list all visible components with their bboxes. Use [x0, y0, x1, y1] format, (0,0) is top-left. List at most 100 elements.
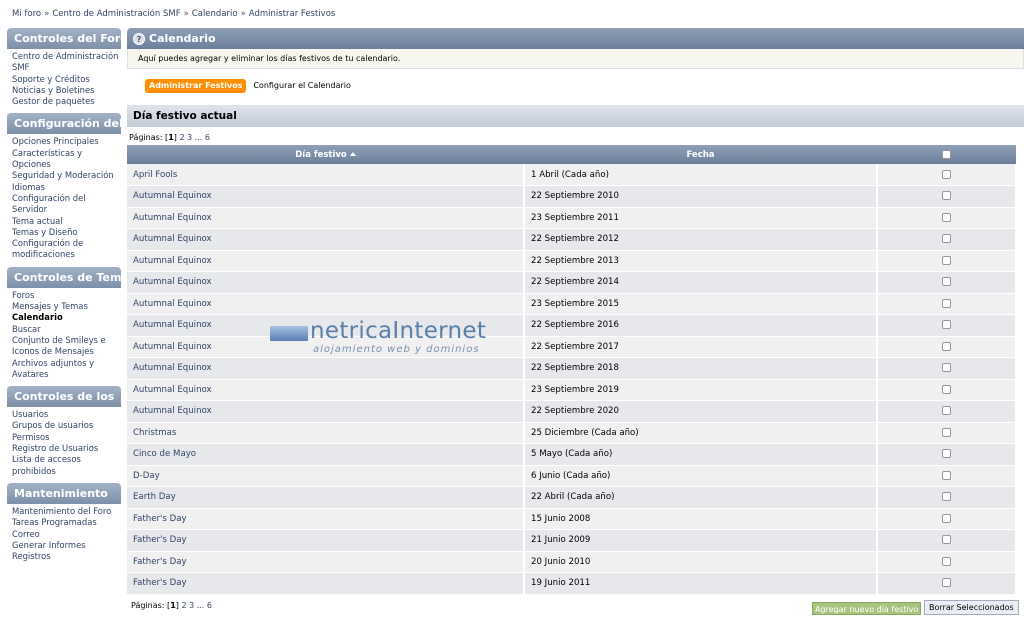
- sidebar-item[interactable]: Generar Informes: [12, 540, 121, 551]
- sidebar-item[interactable]: Mantenimiento del Foro: [12, 506, 121, 517]
- sidebar-item[interactable]: Seguridad y Moderación: [12, 170, 121, 181]
- tab-calendar-settings[interactable]: Configurar el Calendario: [253, 81, 351, 90]
- sidebar-item[interactable]: Registro de Usuarios: [12, 443, 121, 454]
- sidebar-item[interactable]: Noticias y Boletines: [12, 85, 121, 96]
- holiday-name-link[interactable]: Father's Day: [127, 508, 525, 530]
- breadcrumb-item[interactable]: Administrar Festivos: [249, 9, 336, 19]
- holiday-name-link[interactable]: Autumnal Equinox: [127, 185, 525, 208]
- sidebar-item[interactable]: Usuarios: [12, 409, 121, 420]
- table-row: Autumnal Equinox 22 Septiembre 2014: [127, 271, 1017, 294]
- sidebar-item[interactable]: Temas y Diseño: [12, 227, 121, 238]
- sidebar-item[interactable]: Soporte y Créditos: [12, 74, 121, 85]
- row-checkbox[interactable]: [942, 255, 951, 265]
- row-checkbox[interactable]: [942, 470, 951, 480]
- row-checkbox[interactable]: [942, 212, 951, 222]
- row-checkbox[interactable]: [942, 341, 951, 351]
- row-checkbox[interactable]: [942, 234, 951, 244]
- holiday-name-link[interactable]: Autumnal Equinox: [127, 207, 525, 229]
- sidebar-item[interactable]: Registros: [12, 551, 121, 562]
- select-all-checkbox[interactable]: [942, 149, 951, 159]
- sidebar-item[interactable]: Correo: [12, 529, 121, 540]
- sidebar-section: Controles del Foro Centro de Administraci…: [7, 28, 121, 107]
- sidebar-item[interactable]: Opciones Principales: [12, 136, 121, 147]
- holiday-name-link[interactable]: Autumnal Equinox: [127, 336, 525, 358]
- row-select-cell: [877, 293, 1017, 315]
- row-checkbox[interactable]: [942, 191, 951, 201]
- row-checkbox[interactable]: [942, 535, 951, 545]
- breadcrumb-item[interactable]: Centro de Administración SMF: [52, 9, 180, 19]
- row-checkbox[interactable]: [942, 298, 951, 308]
- holiday-date: 22 Septiembre 2018: [524, 357, 878, 380]
- delete-selected-button[interactable]: Borrar Seleccionados: [924, 599, 1019, 615]
- pagination-links[interactable]: 2 3 ... 6: [181, 601, 212, 610]
- pagination-links[interactable]: 2 3 ... 6: [179, 133, 210, 142]
- row-checkbox[interactable]: [942, 578, 951, 588]
- sidebar-item[interactable]: Foros: [12, 290, 121, 301]
- column-header-name[interactable]: Día festivo: [127, 145, 524, 164]
- holiday-name-link[interactable]: Father's Day: [127, 529, 525, 552]
- holiday-name-link[interactable]: Autumnal Equinox: [127, 271, 525, 294]
- holiday-name-link[interactable]: Autumnal Equinox: [127, 400, 525, 423]
- row-checkbox[interactable]: [942, 277, 951, 287]
- holiday-date: 1 Abril (Cada año): [524, 164, 878, 186]
- holiday-name-link[interactable]: D-Day: [127, 465, 525, 487]
- sidebar-item[interactable]: Conjunto de Smileys e: [12, 335, 121, 346]
- row-checkbox[interactable]: [942, 384, 951, 394]
- holiday-name-link[interactable]: Cinco de Mayo: [127, 443, 525, 466]
- table-row: April Fools 1 Abril (Cada año): [127, 164, 1017, 186]
- holiday-name-link[interactable]: Autumnal Equinox: [127, 379, 525, 401]
- add-holiday-button[interactable]: Agregar nuevo día festivo: [812, 601, 922, 615]
- sidebar-item[interactable]: Permisos: [12, 432, 121, 443]
- holiday-name-link[interactable]: Father's Day: [127, 572, 525, 595]
- sidebar-item[interactable]: Calendario: [12, 312, 121, 323]
- row-checkbox[interactable]: [942, 169, 951, 179]
- row-select-cell: [877, 422, 1017, 444]
- sidebar-item[interactable]: modificaciones: [12, 249, 121, 260]
- row-select-cell: [877, 529, 1017, 552]
- sidebar-item[interactable]: Tareas Programadas: [12, 517, 121, 528]
- row-checkbox[interactable]: [942, 513, 951, 523]
- sidebar-item[interactable]: Grupos de usuarios: [12, 420, 121, 431]
- sidebar-item[interactable]: Centro de Administración: [12, 51, 121, 62]
- holiday-name-link[interactable]: Christmas: [127, 422, 525, 444]
- tab-manage-holidays[interactable]: Administrar Festivos: [145, 79, 247, 93]
- sidebar-item[interactable]: Tema actual: [12, 216, 121, 227]
- sidebar-item[interactable]: SMF: [12, 62, 121, 73]
- column-header-select: [877, 145, 1016, 164]
- holiday-date: 22 Septiembre 2020: [524, 400, 878, 423]
- row-select-cell: [877, 486, 1017, 509]
- row-checkbox[interactable]: [942, 320, 951, 330]
- sidebar-item[interactable]: Lista de accesos prohibidos: [12, 454, 121, 477]
- row-select-cell: [877, 443, 1017, 466]
- holiday-name-link[interactable]: Earth Day: [127, 486, 525, 509]
- pagination-label: Páginas:: [129, 133, 163, 142]
- sidebar-item[interactable]: Mensajes y Temas: [12, 301, 121, 312]
- breadcrumb-item[interactable]: Mi foro: [12, 9, 41, 19]
- help-icon[interactable]: ?: [133, 33, 145, 45]
- holiday-name-link[interactable]: Father's Day: [127, 551, 525, 573]
- holiday-name-link[interactable]: April Fools: [127, 164, 525, 186]
- row-checkbox[interactable]: [942, 427, 951, 437]
- holiday-name-link[interactable]: Autumnal Equinox: [127, 293, 525, 315]
- breadcrumb-item[interactable]: Calendario: [192, 9, 238, 19]
- row-select-cell: [877, 336, 1017, 358]
- sidebar-item[interactable]: Buscar: [12, 324, 121, 335]
- row-checkbox[interactable]: [942, 449, 951, 459]
- sidebar-item[interactable]: Archivos adjuntos y Avatares: [12, 358, 121, 381]
- holiday-name-link[interactable]: Autumnal Equinox: [127, 314, 525, 337]
- sidebar-item[interactable]: Configuración del Servidor: [12, 193, 121, 216]
- row-checkbox[interactable]: [942, 406, 951, 416]
- holiday-name-link[interactable]: Autumnal Equinox: [127, 357, 525, 380]
- holiday-name-link[interactable]: Autumnal Equinox: [127, 250, 525, 272]
- table-row: D-Day 6 Junio (Cada año): [127, 465, 1017, 487]
- row-checkbox[interactable]: [942, 363, 951, 373]
- sidebar-item[interactable]: Iconos de Mensajes: [12, 346, 121, 357]
- holiday-name-link[interactable]: Autumnal Equinox: [127, 228, 525, 251]
- row-checkbox[interactable]: [942, 556, 951, 566]
- column-header-date[interactable]: Fecha: [524, 145, 877, 164]
- sidebar-item[interactable]: Características y Opciones: [12, 148, 121, 171]
- sidebar-item[interactable]: Configuración de: [12, 238, 121, 249]
- row-checkbox[interactable]: [942, 492, 951, 502]
- sidebar-item[interactable]: Gestor de paquetes: [12, 96, 121, 107]
- sidebar-item[interactable]: Idiomas: [12, 182, 121, 193]
